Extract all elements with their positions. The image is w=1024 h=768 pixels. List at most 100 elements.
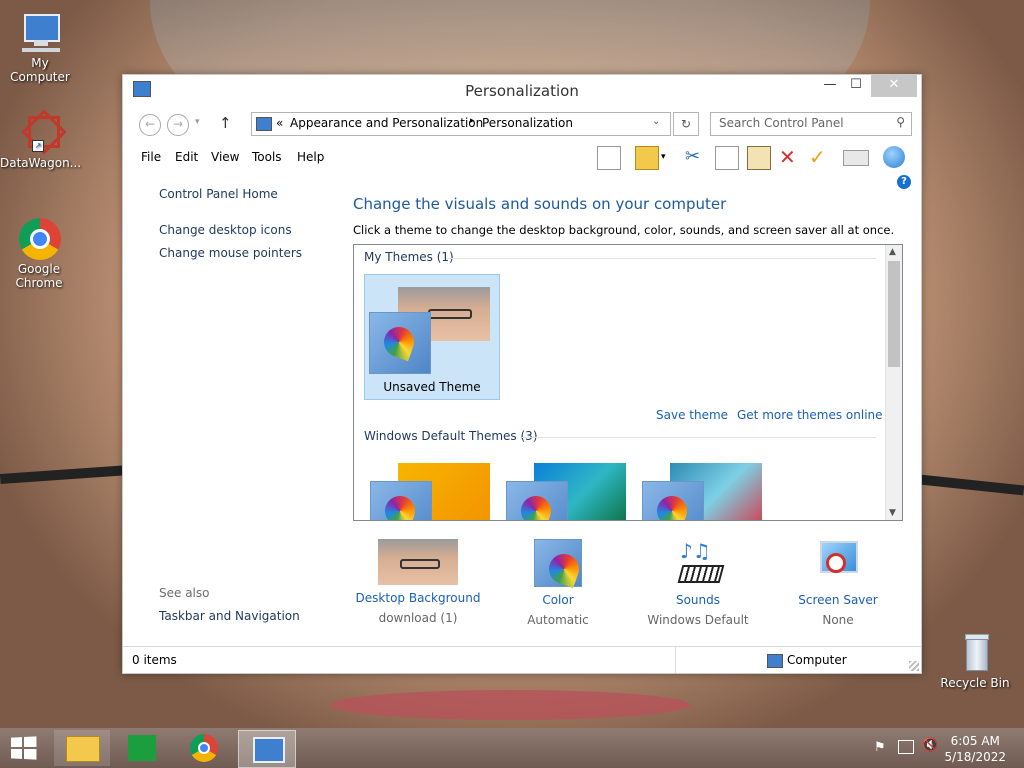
desktop-icon-label: My Computer <box>10 56 70 84</box>
taskbar-control-panel[interactable] <box>238 730 296 768</box>
menu-bar: File Edit View Tools Help ▾ ✂ ✕ ✓ ? <box>123 143 921 189</box>
recycle-bin-icon <box>953 630 997 674</box>
taskbar-store[interactable] <box>114 730 170 766</box>
up-button[interactable]: ↑ <box>219 114 232 132</box>
control-panel-home-link[interactable]: Control Panel Home <box>159 187 278 201</box>
color-label[interactable]: Color <box>493 593 623 607</box>
title-bar[interactable]: Personalization — ☐ ✕ <box>123 75 921 105</box>
recent-pages-dropdown[interactable]: ▾ <box>195 117 200 127</box>
refresh-icon: ↻ <box>680 117 692 131</box>
desktop-icon-datawagon[interactable]: ↗ DataWagon... <box>0 109 82 170</box>
help-icon[interactable]: ? <box>897 175 911 189</box>
back-arrow-icon: ← <box>144 117 156 131</box>
taskbar-file-explorer[interactable] <box>54 730 110 766</box>
folder-options-icon[interactable] <box>635 146 659 170</box>
breadcrumb-appearance[interactable]: Appearance and Personalization <box>290 116 483 130</box>
color-icon <box>534 539 582 587</box>
taskbar-chrome[interactable] <box>176 730 232 766</box>
personalization-window: Personalization — ☐ ✕ ← → ▾ ↑ « Appearan… <box>122 74 922 674</box>
cut-icon[interactable]: ✂ <box>685 146 707 168</box>
system-clock[interactable]: 6:05 AM 5/18/2022 <box>944 733 1006 765</box>
menu-edit[interactable]: Edit <box>175 150 198 164</box>
resize-grip-icon[interactable] <box>909 661 919 671</box>
theme-list-scrollbar[interactable]: ▲ ▼ <box>885 245 902 520</box>
wallpaper-lip <box>330 690 690 720</box>
globe-icon[interactable] <box>883 146 905 168</box>
change-desktop-icons-link[interactable]: Change desktop icons <box>159 223 292 237</box>
layout-pane-icon[interactable] <box>597 146 621 170</box>
delete-icon[interactable]: ✕ <box>779 146 801 168</box>
clock-date: 5/18/2022 <box>944 750 1006 764</box>
refresh-button[interactable]: ↻ <box>673 112 699 136</box>
search-icon[interactable]: ⚲ <box>896 115 905 129</box>
menu-view[interactable]: View <box>211 150 239 164</box>
desktop-background-label[interactable]: Desktop Background <box>353 591 483 605</box>
forward-button[interactable]: → <box>167 114 189 136</box>
desktop-icon-label: DataWagon... <box>0 156 82 170</box>
paste-icon[interactable] <box>747 146 771 170</box>
back-button[interactable]: ← <box>139 114 161 136</box>
theme-lines-and-colors[interactable] <box>504 459 628 520</box>
control-panel-icon <box>253 737 285 763</box>
properties-icon[interactable] <box>843 150 869 166</box>
screen-saver-item[interactable]: Screen Saver None <box>773 539 903 627</box>
save-theme-link[interactable]: Save theme <box>656 408 728 422</box>
theme-windows[interactable] <box>368 459 492 520</box>
search-placeholder: Search Control Panel <box>719 116 844 130</box>
get-more-themes-link[interactable]: Get more themes online <box>737 408 883 422</box>
sounds-label[interactable]: Sounds <box>633 593 763 607</box>
chrome-icon <box>190 734 218 762</box>
desktop-background-value: download (1) <box>378 611 458 625</box>
maximize-button[interactable]: ☐ <box>843 75 869 97</box>
desktop-icon-my-computer[interactable]: My Computer <box>0 10 80 84</box>
color-fan-icon <box>642 481 704 520</box>
menu-file[interactable]: File <box>141 150 161 164</box>
window-title: Personalization <box>465 82 579 100</box>
color-item[interactable]: Color Automatic <box>493 539 623 627</box>
folder-options-dropdown-icon[interactable]: ▾ <box>661 146 673 168</box>
theme-flowers[interactable] <box>640 459 764 520</box>
taskbar-navigation-link[interactable]: Taskbar and Navigation <box>159 609 300 623</box>
menu-help[interactable]: Help <box>297 150 324 164</box>
thumbnail-glasses <box>400 559 440 569</box>
computer-icon <box>767 654 783 668</box>
change-mouse-pointers-link[interactable]: Change mouse pointers <box>159 246 302 260</box>
breadcrumb-personalization[interactable]: Personalization <box>482 116 573 130</box>
color-fan-icon <box>506 481 568 520</box>
see-also-label: See also <box>159 586 210 600</box>
my-themes-header: My Themes (1) <box>364 250 454 264</box>
breadcrumb-overflow[interactable]: « <box>276 116 283 130</box>
desktop-icon-google-chrome[interactable]: Google Chrome <box>0 216 78 290</box>
theme-unsaved[interactable]: Unsaved Theme <box>364 274 500 400</box>
scroll-down-icon[interactable]: ▼ <box>889 508 896 518</box>
page-title: Change the visuals and sounds on your co… <box>353 195 727 213</box>
copy-icon[interactable] <box>715 146 739 170</box>
breadcrumb-separator[interactable]: ▸ <box>470 116 475 126</box>
volume-muted-icon[interactable]: 🔇 <box>922 738 938 753</box>
wallpaper-glasses-right <box>919 474 1024 496</box>
search-input[interactable]: Search Control Panel ⚲ <box>710 112 912 136</box>
scrollbar-thumb[interactable] <box>888 261 900 367</box>
status-location: Computer <box>787 653 847 667</box>
address-dropdown-icon[interactable]: ⌄ <box>652 116 660 127</box>
close-button[interactable]: ✕ <box>871 75 917 97</box>
chrome-icon <box>17 216 61 260</box>
action-center-flag-icon[interactable]: ⚑ <box>874 740 886 755</box>
network-icon[interactable] <box>898 740 914 754</box>
color-fan-icon <box>370 481 432 520</box>
minimize-button[interactable]: — <box>817 75 843 97</box>
scroll-up-icon[interactable]: ▲ <box>889 247 896 257</box>
control-panel-icon <box>256 117 272 131</box>
theme-list: My Themes (1) Unsaved Theme Save theme G… <box>353 244 903 521</box>
checkmark-icon[interactable]: ✓ <box>809 146 831 168</box>
start-button[interactable] <box>10 736 38 761</box>
screen-saver-label[interactable]: Screen Saver <box>773 593 903 607</box>
chevron-down-icon: ▾ <box>195 117 200 127</box>
address-bar[interactable]: « Appearance and Personalization ▸ Perso… <box>251 112 671 136</box>
group-divider <box>446 258 876 259</box>
desktop-background-thumbnail <box>378 539 458 585</box>
desktop-icon-recycle-bin[interactable]: Recycle Bin <box>935 630 1015 690</box>
menu-tools[interactable]: Tools <box>252 150 282 164</box>
desktop-background-item[interactable]: Desktop Background download (1) <box>353 539 483 625</box>
sounds-item[interactable]: ♪♫ Sounds Windows Default <box>633 539 763 627</box>
